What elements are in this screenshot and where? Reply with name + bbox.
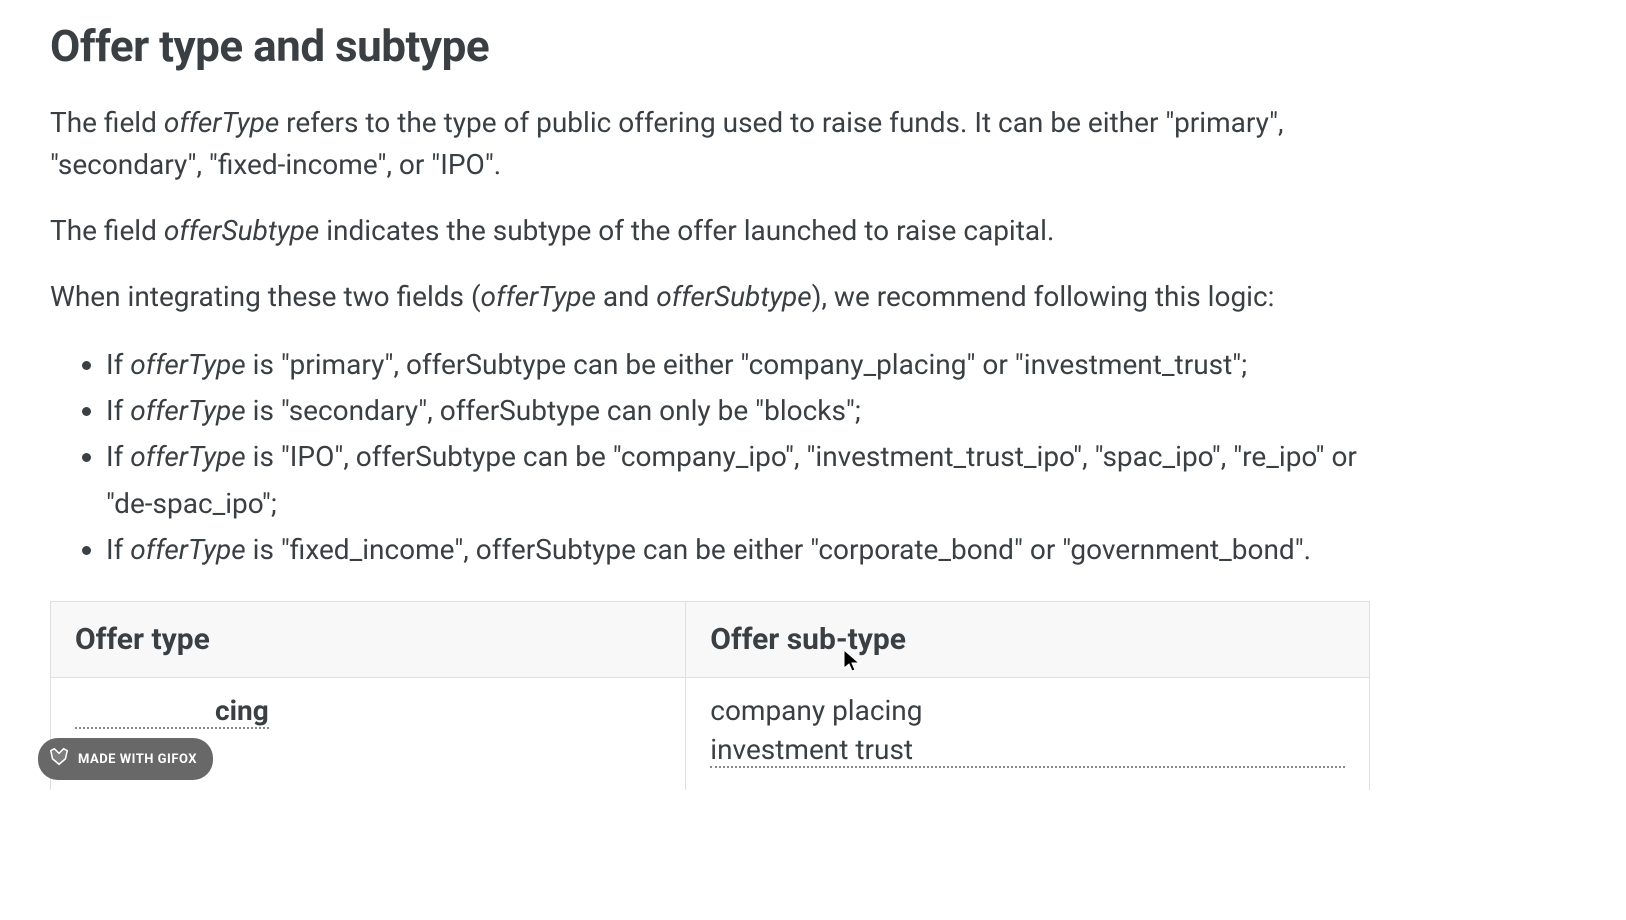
text: If xyxy=(106,533,130,566)
list-item: If offerType is "IPO", offerSubtype can … xyxy=(106,434,1386,526)
field-name: offerType xyxy=(130,394,245,427)
field-name: offerType xyxy=(481,280,596,313)
text: If xyxy=(106,348,130,381)
text: is "primary", offerSubtype can be either… xyxy=(246,348,1247,381)
subtype-value: investment trust xyxy=(710,733,1345,768)
logic-list: If offerType is "primary", offerSubtype … xyxy=(106,342,1576,573)
text: The field xyxy=(50,214,164,247)
list-item: If offerType is "primary", offerSubtype … xyxy=(106,342,1386,388)
paragraph-1: The field offerType refers to the type o… xyxy=(50,102,1370,186)
cell-offer-subtype: company placing investment trust xyxy=(686,677,1370,790)
text: is "fixed_income", offerSubtype can be e… xyxy=(246,533,1311,566)
column-header-offer-type: Offer type xyxy=(51,601,686,677)
field-name: offerSubtype xyxy=(656,280,811,313)
field-name: offerType xyxy=(130,533,245,566)
text: is "IPO", offerSubtype can be "company_i… xyxy=(106,440,1357,519)
table-row: cing company placing investment trust xyxy=(51,677,1370,790)
text: is "secondary", offerSubtype can only be… xyxy=(246,394,861,427)
offer-type-table: Offer type Offer sub-type cing company p… xyxy=(50,601,1370,790)
gifox-badge[interactable]: MADE WITH GIFOX xyxy=(38,738,213,780)
field-name: offerType xyxy=(164,106,279,139)
badge-text: MADE WITH GIFOX xyxy=(78,752,197,767)
list-item: If offerType is "fixed_income", offerSub… xyxy=(106,527,1386,573)
offer-type-value: cing xyxy=(75,694,269,729)
table-header-row: Offer type Offer sub-type xyxy=(51,601,1370,677)
fox-icon xyxy=(48,746,70,772)
field-name: offerType xyxy=(130,348,245,381)
text: ), we recommend following this logic: xyxy=(812,280,1275,313)
paragraph-3: When integrating these two fields (offer… xyxy=(50,276,1370,318)
text: If xyxy=(106,394,130,427)
field-name: offerType xyxy=(130,440,245,473)
text: If xyxy=(106,440,130,473)
text: When integrating these two fields ( xyxy=(50,280,481,313)
paragraph-2: The field offerSubtype indicates the sub… xyxy=(50,210,1370,252)
field-name: offerSubtype xyxy=(164,214,319,247)
list-item: If offerType is "secondary", offerSubtyp… xyxy=(106,388,1386,434)
text: The field xyxy=(50,106,164,139)
section-heading: Offer type and subtype xyxy=(50,20,1576,72)
column-header-offer-subtype: Offer sub-type xyxy=(686,601,1370,677)
subtype-value: company placing xyxy=(710,694,1345,727)
text: and xyxy=(596,280,656,313)
text: indicates the subtype of the offer launc… xyxy=(319,214,1054,247)
